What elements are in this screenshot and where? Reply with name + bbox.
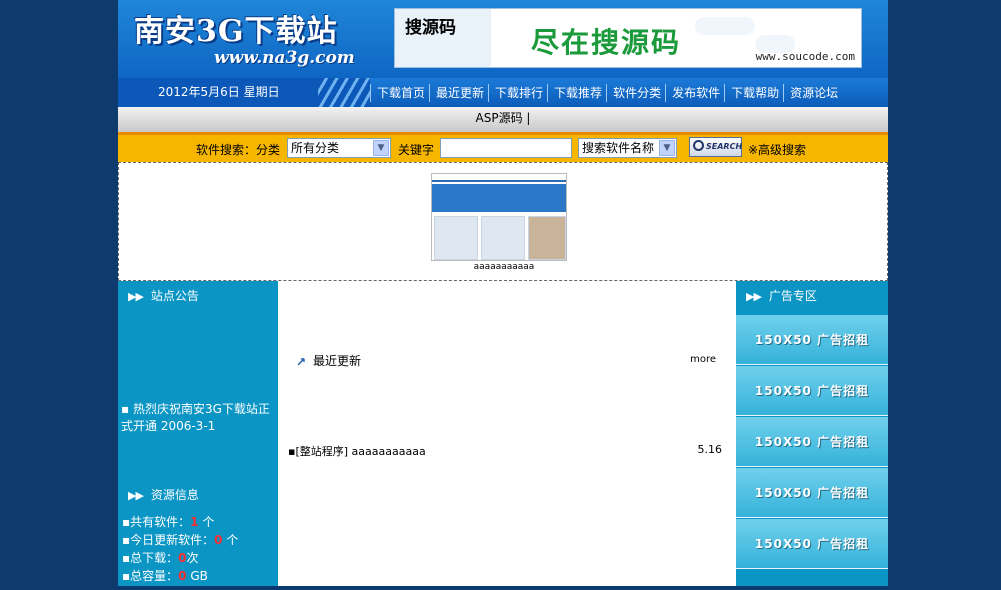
nav-item-recent[interactable]: 最近更新 [429,83,488,102]
stat-value: 1 [190,515,199,529]
stats-title: 资源信息 [150,488,199,502]
category-select[interactable]: 所有分类 ▼ [287,138,391,158]
stat-label: 今日更新软件： [130,533,215,547]
nav-item-ranking[interactable]: 下载排行 [488,83,547,102]
double-arrow-icon: ▶▶ [746,290,762,303]
banner-brand: 搜源码 [405,18,456,38]
nav-items: 下载首页 最近更新 下载排行 下载推荐 软件分类 发布软件 下载帮助 资源论坛 [370,78,888,107]
stat-total-downloads: ▪总下载：0次 [122,551,199,565]
search-button[interactable]: SEARCH [689,137,742,157]
chevron-down-icon: ▼ [373,140,389,156]
double-arrow-icon: ▶▶ [128,290,144,303]
search-button-label: SEARCH [706,142,743,151]
advanced-search-link[interactable]: ※高级搜索 [748,141,806,158]
search-category-label: 软件搜索：分类 [196,143,281,157]
stats-list: ▪共有软件：1 个 ▪今日更新软件：0 个 ▪总下载：0次 ▪总容量：0 GB [122,513,238,585]
nav-stripe-decoration [318,78,370,107]
stat-value: 0 [214,533,223,547]
site-logo-url[interactable]: www.na3g.com [214,48,355,68]
banner-slogan: 尽在搜源码 [531,26,682,59]
nav-item-help[interactable]: 下载帮助 [724,83,783,102]
search-icon [693,140,704,151]
keyword-input[interactable] [440,138,572,158]
notice-text: 热烈庆祝南安3G下载站正式开通 2006-3-1 [121,402,270,433]
notice-item[interactable]: ▪ 热烈庆祝南安3G下载站正式开通 2006-3-1 [121,401,277,435]
nav-item-forum[interactable]: 资源论坛 [783,83,842,102]
notice-header: ▶▶ 站点公告 [118,281,278,311]
promo-thumbnail[interactable] [431,173,567,261]
stat-total-size: ▪总容量：0 GB [122,569,208,583]
bullet-icon: ▪ [121,402,130,416]
nav-item-home[interactable]: 下载首页 [370,83,429,102]
site-logo-title[interactable]: 南安3G下载站 [134,6,338,50]
search-field-select-value: 搜索软件名称 [582,141,655,155]
thumbnail-banner [432,184,566,212]
arrow-up-right-icon: ↗ [296,355,307,369]
thumbnail-block [434,216,478,260]
ads-title: 广告专区 [768,289,817,303]
stat-value: 0 [178,569,187,583]
ads-header: ▶▶ 广告专区 [736,281,888,311]
nav-item-recommend[interactable]: 下载推荐 [547,83,606,102]
thumbnail-block [481,216,525,260]
stat-today-updated: ▪今日更新软件：0 个 [122,533,239,547]
left-sidebar: ▶▶ 站点公告 ▪ 热烈庆祝南安3G下载站正式开通 2006-3-1 ▶▶ 资源信息… [118,281,278,590]
banner-ad[interactable]: 搜源码 尽在搜源码 www.soucode.com [394,8,862,68]
ad-slot[interactable]: 150X50 广告招租 [736,366,888,416]
main-nav: 2012年5月6日 星期日 下载首页 最近更新 下载排行 下载推荐 软件分类 发… [118,78,888,107]
subbar-link-asp[interactable]: ASP源码 | [476,111,531,125]
main-content: ↗ 最近更新 more ▪[整站程序] aaaaaaaaaaa 5.16 [278,281,736,590]
ad-slot[interactable]: 150X50 广告招租 [736,519,888,569]
banner-url: www.soucode.com [755,50,855,63]
stat-unit: 个 [202,515,215,529]
double-arrow-icon: ▶▶ [128,489,144,502]
page-container: 南安3G下载站 www.na3g.com 搜源码 尽在搜源码 www.souco… [118,0,888,590]
cloud-decoration [695,17,755,35]
stat-unit: 个 [226,533,239,547]
thumbnail-topbar [432,174,566,182]
current-date: 2012年5月6日 星期日 [158,85,280,99]
list-item[interactable]: ▪[整站程序] aaaaaaaaaaa 5.16 [288,443,722,459]
recent-updates-title: 最近更新 [313,354,362,368]
search-bar: 软件搜索：分类 所有分类 ▼ 关键字 搜索软件名称 ▼ SEARCH ※高级搜索 [118,132,888,162]
search-field-select[interactable]: 搜索软件名称 ▼ [578,138,677,158]
category-subbar: ASP源码 | [118,107,888,132]
ad-slot[interactable]: 150X50 广告招租 [736,315,888,365]
promo-caption[interactable]: aaaaaaaaaaa [119,262,889,272]
list-item-date: 5.16 [697,443,723,456]
promo-area: aaaaaaaaaaa [118,162,888,281]
stat-label: 总下载： [130,551,179,565]
stat-unit: 次 [186,551,199,565]
ad-slot[interactable]: 150X50 广告招租 [736,417,888,467]
ad-slot[interactable]: 150X50 广告招租 [736,468,888,518]
stat-unit: GB [190,569,208,583]
chevron-down-icon: ▼ [659,140,675,156]
stat-label: 共有软件： [130,515,191,529]
stat-total-software: ▪共有软件：1 个 [122,515,215,529]
nav-item-categories[interactable]: 软件分类 [606,83,665,102]
category-select-value: 所有分类 [291,141,340,155]
bottom-divider [118,586,888,590]
notice-title: 站点公告 [150,289,199,303]
stat-value: 0 [178,551,187,565]
stat-label: 总容量： [130,569,179,583]
more-link[interactable]: more [690,354,716,365]
keyword-label: 关键字 [398,143,435,157]
thumbnail-photo [528,216,566,260]
stats-header: ▶▶ 资源信息 [118,480,278,510]
header: 南安3G下载站 www.na3g.com 搜源码 尽在搜源码 www.souco… [118,0,888,78]
right-sidebar: ▶▶ 广告专区 150X50 广告招租 150X50 广告招租 150X50 广告… [736,281,888,590]
nav-item-publish[interactable]: 发布软件 [665,83,724,102]
list-item-title[interactable]: [整站程序] aaaaaaaaaaa [295,445,425,458]
